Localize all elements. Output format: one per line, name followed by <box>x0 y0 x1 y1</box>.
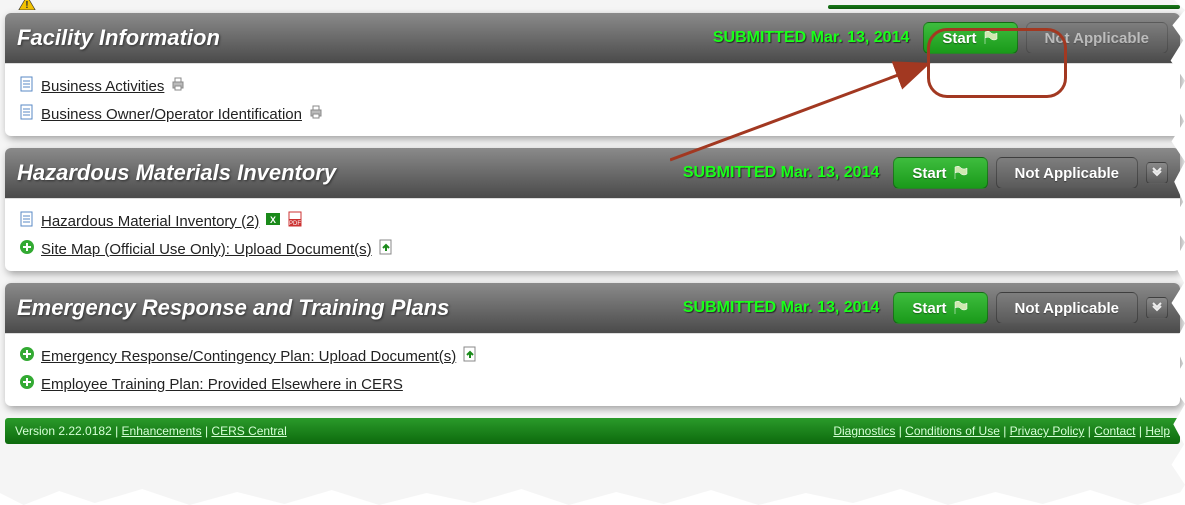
section-body: Hazardous Material Inventory (2) X PDF Sit… <box>5 198 1180 271</box>
upload-icon[interactable] <box>462 346 484 366</box>
section-link[interactable]: Employee Training Plan: Provided Elsewhe… <box>41 376 403 393</box>
section-body: Emergency Response/Contingency Plan: Upl… <box>5 333 1180 406</box>
print-icon[interactable] <box>170 76 192 96</box>
section-panel: Hazardous Materials InventorySUBMITTED M… <box>5 148 1180 271</box>
section-header: Facility InformationSUBMITTED Mar. 13, 2… <box>5 13 1180 63</box>
add-icon <box>19 346 41 366</box>
svg-text:!: ! <box>25 0 28 10</box>
start-button[interactable]: Start <box>893 292 987 324</box>
section-panel: Facility InformationSUBMITTED Mar. 13, 2… <box>5 13 1180 136</box>
section-body: Business Activities Business Owner/Operat… <box>5 63 1180 136</box>
footer-left: Version 2.22.0182 | Enhancements | CERS … <box>15 424 287 438</box>
print-icon[interactable] <box>308 104 330 124</box>
section-link-row: Business Owner/Operator Identification <box>19 100 1166 128</box>
status-text: SUBMITTED Mar. 13, 2014 <box>683 164 880 182</box>
section-link-row: Hazardous Material Inventory (2) X PDF <box>19 207 1166 235</box>
footer-link[interactable]: Privacy Policy <box>1010 424 1085 438</box>
section-link[interactable]: Hazardous Material Inventory (2) <box>41 213 259 230</box>
add-icon <box>19 374 41 394</box>
section-title: Hazardous Materials Inventory <box>17 160 683 186</box>
section-link-row: Site Map (Official Use Only): Upload Doc… <box>19 235 1166 263</box>
status-text: SUBMITTED Mar. 13, 2014 <box>683 299 880 317</box>
cers-central-link[interactable]: CERS Central <box>211 424 286 438</box>
page-container: ! Facility InformationSUBMITTED Mar. 13,… <box>0 0 1185 449</box>
section-panel: Emergency Response and Training PlansSUB… <box>5 283 1180 406</box>
section-link[interactable]: Site Map (Official Use Only): Upload Doc… <box>41 241 372 258</box>
add-icon <box>19 239 41 259</box>
top-green-strip <box>828 5 1181 9</box>
excel-icon[interactable]: X <box>265 211 287 231</box>
section-link[interactable]: Business Owner/Operator Identification <box>41 106 302 123</box>
upload-icon[interactable] <box>378 239 400 259</box>
section-link-row: Emergency Response/Contingency Plan: Upl… <box>19 342 1166 370</box>
section-title: Facility Information <box>17 25 713 51</box>
start-button[interactable]: Start <box>923 22 1017 54</box>
collapse-toggle[interactable] <box>1146 297 1168 319</box>
warning-triangle-icon: ! <box>14 0 40 10</box>
footer-link[interactable]: Contact <box>1094 424 1135 438</box>
not-applicable-button[interactable]: Not Applicable <box>996 292 1138 324</box>
svg-text:X: X <box>270 215 276 225</box>
footer-bar: Version 2.22.0182 | Enhancements | CERS … <box>5 418 1180 444</box>
not-applicable-button[interactable]: Not Applicable <box>996 157 1138 189</box>
torn-edge-bottom <box>0 485 1185 505</box>
version-text: Version 2.22.0182 <box>15 424 112 438</box>
document-icon <box>19 76 41 96</box>
section-title: Emergency Response and Training Plans <box>17 295 683 321</box>
status-text: SUBMITTED Mar. 13, 2014 <box>713 29 910 47</box>
pdf-icon[interactable]: PDF <box>287 211 309 231</box>
footer-link[interactable]: Diagnostics <box>833 424 895 438</box>
not-applicable-button[interactable]: Not Applicable <box>1026 22 1168 54</box>
section-header: Emergency Response and Training PlansSUB… <box>5 283 1180 333</box>
footer-right: Diagnostics | Conditions of Use | Privac… <box>833 424 1170 438</box>
enhancements-link[interactable]: Enhancements <box>122 424 202 438</box>
document-icon <box>19 211 41 231</box>
svg-text:PDF: PDF <box>289 221 301 227</box>
section-link-row: Business Activities <box>19 72 1166 100</box>
section-link[interactable]: Emergency Response/Contingency Plan: Upl… <box>41 348 456 365</box>
document-icon <box>19 104 41 124</box>
section-link-row: Employee Training Plan: Provided Elsewhe… <box>19 370 1166 398</box>
section-link[interactable]: Business Activities <box>41 78 164 95</box>
start-button[interactable]: Start <box>893 157 987 189</box>
collapse-toggle[interactable] <box>1146 162 1168 184</box>
footer-link[interactable]: Help <box>1145 424 1170 438</box>
section-header: Hazardous Materials InventorySUBMITTED M… <box>5 148 1180 198</box>
footer-link[interactable]: Conditions of Use <box>905 424 1000 438</box>
